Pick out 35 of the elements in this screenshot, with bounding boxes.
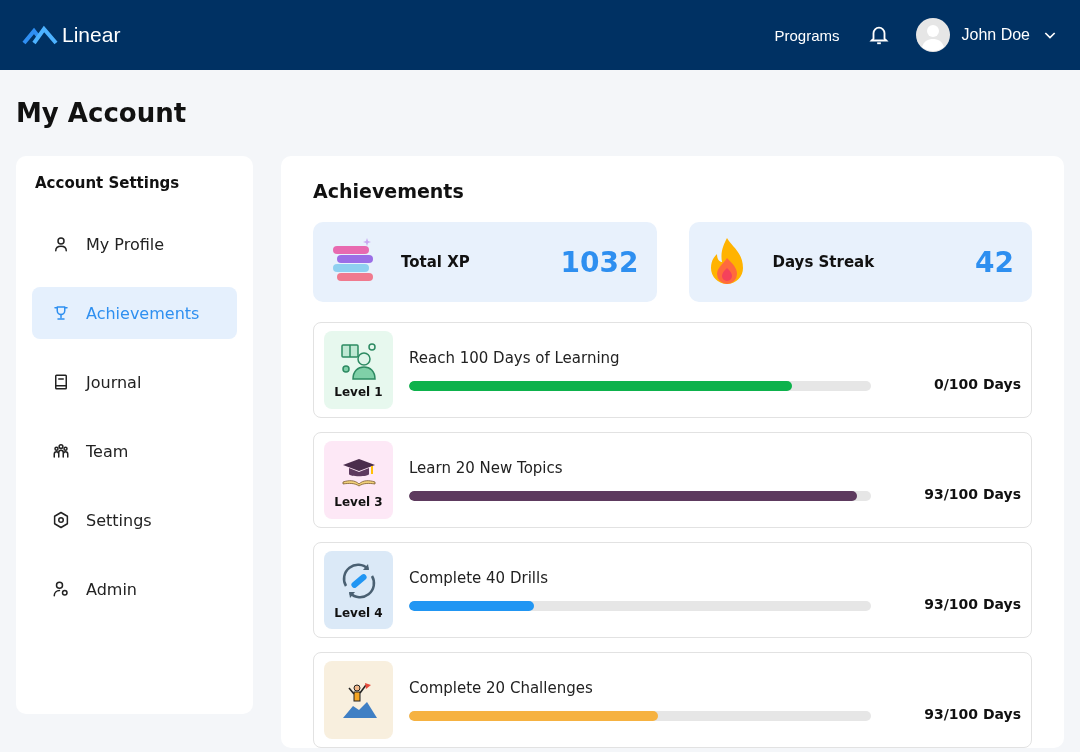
- book-icon: [52, 373, 70, 391]
- level-label: Level 4: [334, 606, 383, 620]
- team-icon: [52, 442, 70, 460]
- settings-icon: [52, 511, 70, 529]
- progress-reading: 93/100 Days: [923, 706, 1021, 722]
- stat-label: Total XP: [401, 253, 471, 271]
- achievement-title: Complete 20 Challenges: [409, 679, 594, 697]
- sidebar-item[interactable]: Journal: [32, 356, 237, 408]
- sidebar-item[interactable]: Admin: [32, 563, 237, 615]
- stat-value: 42: [975, 245, 1014, 279]
- progress-reading: 93/100 Days: [923, 486, 1021, 502]
- student-book-icon: [338, 341, 379, 381]
- achievement-title: Reach 100 Days of Learning: [409, 349, 621, 367]
- notification-bell-icon[interactable]: [867, 24, 890, 46]
- sidebar-item[interactable]: Team: [32, 425, 237, 477]
- progress-reading: 0/100 Days: [932, 376, 1021, 392]
- user-icon: [52, 235, 70, 253]
- section-title: Achievements: [313, 180, 465, 202]
- trophy-icon: [52, 304, 70, 322]
- stat-value: 1032: [560, 245, 639, 279]
- logo-icon: [22, 25, 58, 45]
- sidebar-title: Account Settings: [35, 174, 181, 192]
- sidebar-item[interactable]: My Profile: [32, 218, 237, 270]
- logo-text: Linear: [62, 23, 121, 47]
- nav-link[interactable]: Programs: [774, 26, 840, 44]
- page-title: My Account: [16, 98, 188, 128]
- avatar-icon: [915, 18, 950, 52]
- achievement-title: Learn 20 New Topics: [409, 459, 564, 477]
- achievement-title: Complete 40 Drills: [409, 569, 549, 587]
- level-label: Level 1: [334, 385, 383, 399]
- user-menu-button[interactable]: John Doe: [915, 18, 1058, 52]
- stat-label: Days Streak: [772, 253, 876, 271]
- progress-reading: 93/100 Days: [923, 596, 1021, 612]
- sidebar-item[interactable]: Settings: [32, 494, 237, 546]
- level-label: Level 3: [334, 495, 383, 509]
